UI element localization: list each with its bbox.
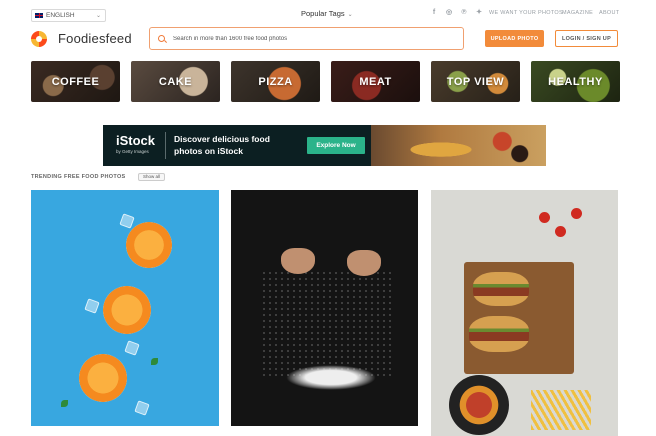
istock-logo: iStock <box>116 133 156 148</box>
category-cake[interactable]: CAKE <box>131 61 220 102</box>
twitter-icon[interactable]: ✦ <box>475 9 483 17</box>
trending-title: TRENDING FREE FOOD PHOTOS <box>31 174 126 180</box>
photo-flour-hands[interactable] <box>231 190 418 426</box>
facebook-icon[interactable]: f <box>430 9 438 17</box>
chevron-down-icon: ⌄ <box>95 13 101 19</box>
ice-cube <box>84 298 100 314</box>
left-hand <box>281 248 315 274</box>
category-top-view[interactable]: TOP VIEW <box>431 61 520 102</box>
logo-icon[interactable] <box>31 31 47 47</box>
login-signup-button[interactable]: LOGIN / SIGN UP <box>555 30 618 47</box>
explore-now-button[interactable]: Explore Now <box>307 137 365 154</box>
popular-tags-menu[interactable]: Popular Tags ⌄ <box>301 9 353 18</box>
language-label: ENGLISH <box>46 12 75 19</box>
ad-headline: Discover delicious food photos on iStock <box>174 134 270 156</box>
ice-cube <box>124 340 140 356</box>
link-about[interactable]: ABOUT <box>599 10 619 16</box>
category-label: CAKE <box>158 75 193 88</box>
burger <box>469 316 529 352</box>
category-pizza[interactable]: PIZZA <box>231 61 320 102</box>
orange-slice <box>79 354 127 402</box>
mint-leaf <box>151 358 158 365</box>
uk-flag-icon <box>35 13 43 18</box>
category-label: TOP VIEW <box>446 75 505 88</box>
brand-name[interactable]: Foodiesfeed <box>58 31 132 46</box>
orange-slice <box>103 286 151 334</box>
ice-cube <box>134 400 150 416</box>
search-input[interactable] <box>173 35 453 42</box>
cherry-tomato <box>539 212 550 223</box>
search-bar[interactable] <box>149 27 464 50</box>
language-selector[interactable]: ENGLISH ⌄ <box>31 9 106 22</box>
photo-burgers-top-view[interactable] <box>431 190 618 436</box>
burger <box>473 272 529 306</box>
getty-sublogo: by Getty Images <box>116 149 149 154</box>
cherry-tomato <box>555 226 566 237</box>
category-label: COFFEE <box>51 75 100 88</box>
mint-leaf <box>61 400 68 407</box>
flour-pile <box>286 365 376 390</box>
category-label: MEAT <box>359 75 392 88</box>
link-magazine[interactable]: MAGAZINE <box>562 10 593 16</box>
pinterest-icon[interactable]: ℗ <box>460 9 468 17</box>
category-meat[interactable]: MEAT <box>331 61 420 102</box>
category-strip: COFFEE CAKE PIZZA MEAT TOP VIEW HEALTHY <box>31 61 620 102</box>
social-links: f ◎ ℗ ✦ <box>430 9 483 17</box>
istock-ad-banner[interactable]: iStock by Getty Images Discover deliciou… <box>103 125 546 166</box>
ad-divider <box>165 132 166 159</box>
link-we-want-your-photos[interactable]: WE WANT YOUR PHOTOS <box>489 10 563 16</box>
top-bar: ENGLISH ⌄ Popular Tags ⌄ f ◎ ℗ ✦ WE WANT … <box>0 0 656 26</box>
category-coffee[interactable]: COFFEE <box>31 61 120 102</box>
ice-cube <box>119 213 135 229</box>
photo-oranges[interactable] <box>31 190 219 426</box>
show-all-button[interactable]: Show all <box>138 173 166 181</box>
orange-slice <box>126 222 172 268</box>
cherry-tomato <box>571 208 582 219</box>
search-icon <box>158 35 165 42</box>
upload-photo-button[interactable]: UPLOAD PHOTO <box>485 30 544 47</box>
flour-dust <box>261 270 391 380</box>
instagram-icon[interactable]: ◎ <box>445 9 453 17</box>
category-label: PIZZA <box>258 75 293 88</box>
category-healthy[interactable]: HEALTHY <box>531 61 620 102</box>
chevron-down-icon: ⌄ <box>347 12 353 18</box>
pepper-pan <box>449 375 509 435</box>
ad-pasta-image <box>371 125 546 166</box>
category-label: HEALTHY <box>548 75 603 88</box>
french-fries <box>531 390 591 430</box>
popular-tags-label: Popular Tags <box>301 9 345 18</box>
right-hand <box>347 250 381 276</box>
